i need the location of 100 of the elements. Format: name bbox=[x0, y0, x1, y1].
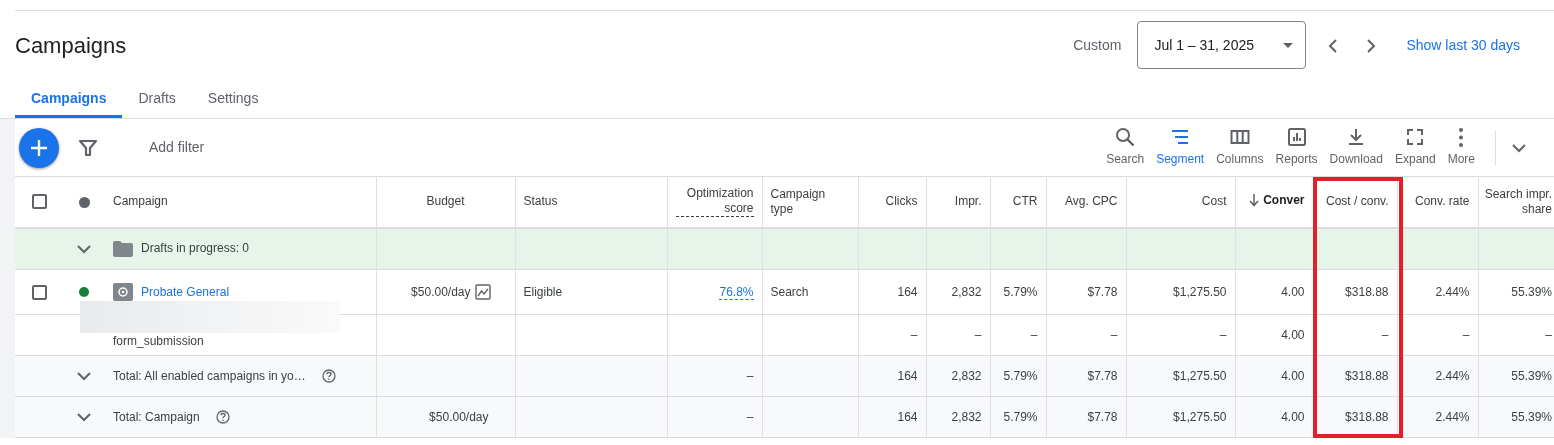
column-header[interactable]: Budget bbox=[426, 194, 465, 210]
add-button[interactable] bbox=[19, 127, 59, 168]
column-header[interactable]: Search impr. share bbox=[1482, 186, 1552, 217]
table-cell: Search bbox=[770, 284, 809, 299]
column-header[interactable]: Campaign bbox=[113, 194, 168, 210]
table-cell: 2,832 bbox=[951, 409, 982, 424]
table-cell: – bbox=[1110, 327, 1118, 342]
filter-icon[interactable] bbox=[79, 138, 97, 157]
date-range-label: Custom bbox=[1073, 35, 1122, 55]
table-cell: $1,275.50 bbox=[1173, 409, 1227, 424]
table-cell: $318.88 bbox=[1345, 284, 1389, 299]
row-checkbox[interactable] bbox=[31, 284, 47, 300]
column-header[interactable]: Cost / conv. bbox=[1326, 194, 1389, 210]
table-cell: 5.79% bbox=[1003, 409, 1038, 424]
table-cell: 5.79% bbox=[1003, 368, 1038, 383]
search-icon bbox=[1115, 127, 1136, 147]
select-all-checkbox[interactable] bbox=[31, 194, 47, 210]
row-label: Total: Campaign bbox=[113, 409, 200, 425]
search-tool-button[interactable]: Search bbox=[1100, 127, 1151, 168]
table-cell: 4.00 bbox=[1281, 327, 1305, 342]
table-cell: 2.44% bbox=[1435, 284, 1470, 299]
table-cell: – bbox=[1381, 327, 1389, 342]
column-header[interactable]: Avg. CPC bbox=[1065, 194, 1118, 210]
column-header[interactable]: Conv. rate bbox=[1415, 194, 1470, 210]
page-title: Campaigns bbox=[15, 31, 127, 60]
chevron-down-icon[interactable] bbox=[77, 244, 91, 254]
table-cell: – bbox=[974, 327, 982, 342]
table-cell: 4.00 bbox=[1281, 409, 1305, 424]
table-cell: 4.00 bbox=[1281, 368, 1305, 383]
table-cell: 55.39% bbox=[1511, 409, 1552, 424]
table-cell: $50.00/day bbox=[429, 409, 489, 424]
campaign-link[interactable]: Probate General bbox=[141, 284, 230, 300]
column-header[interactable]: Conver bbox=[1263, 192, 1305, 208]
table-cell: 164 bbox=[897, 368, 918, 383]
table-cell: 2,832 bbox=[951, 284, 982, 299]
table-cell: $318.88 bbox=[1345, 409, 1389, 424]
table-cell: 164 bbox=[897, 409, 918, 424]
table-cell: 55.39% bbox=[1511, 284, 1552, 299]
tab[interactable]: Settings bbox=[191, 78, 275, 118]
folder-icon bbox=[113, 240, 133, 257]
table-cell: 5.79% bbox=[1003, 284, 1038, 299]
table-cell: – bbox=[746, 409, 754, 424]
table-cell: $318.88 bbox=[1345, 368, 1389, 383]
table-cell: – bbox=[1030, 327, 1038, 342]
table-cell: 4.00 bbox=[1281, 284, 1305, 299]
chevron-down-icon[interactable] bbox=[77, 412, 91, 422]
column-header[interactable]: Clicks bbox=[885, 194, 918, 210]
column-header[interactable]: Cost bbox=[1201, 194, 1227, 210]
tab[interactable]: Drafts bbox=[122, 78, 192, 118]
expand-tool-button[interactable]: Expand bbox=[1388, 127, 1442, 168]
date-range-dropdown[interactable]: Jul 1 – 31, 2025 bbox=[1137, 21, 1307, 69]
more-icon bbox=[1459, 127, 1464, 147]
download-tool-button[interactable]: Download bbox=[1323, 127, 1389, 168]
table-cell: – bbox=[1219, 327, 1227, 342]
help-icon[interactable] bbox=[321, 369, 336, 383]
caret-icon bbox=[1283, 42, 1294, 48]
table-cell: $7.78 bbox=[1087, 284, 1118, 299]
chevron-down-icon[interactable] bbox=[77, 371, 91, 381]
conversion-action-label: form_submission bbox=[113, 334, 204, 348]
column-header[interactable]: CTR bbox=[1012, 194, 1038, 210]
add-filter-button[interactable]: Add filter bbox=[143, 136, 211, 159]
status-dot-icon bbox=[78, 196, 90, 208]
segment-tool-button[interactable]: Segment bbox=[1150, 127, 1211, 168]
bar-chart-icon bbox=[1286, 127, 1307, 147]
reports-tool-button[interactable]: Reports bbox=[1269, 127, 1324, 168]
chevron-right-icon bbox=[1366, 37, 1377, 54]
column-header[interactable]: Impr. bbox=[954, 194, 982, 210]
table-cell: Eligible bbox=[523, 284, 563, 299]
table-cell: 2.44% bbox=[1435, 368, 1470, 383]
table-cell: 55.39% bbox=[1511, 368, 1552, 383]
table-cell: $50.00/day bbox=[411, 284, 471, 300]
columns-tool-button[interactable]: Columns bbox=[1210, 127, 1270, 168]
table-cell: $1,275.50 bbox=[1173, 368, 1227, 383]
column-header[interactable]: Campaign type bbox=[770, 186, 850, 217]
column-header[interactable]: Optimization score bbox=[675, 186, 754, 218]
row-label: Total: All enabled campaigns in yo… bbox=[113, 368, 306, 384]
table-cell: – bbox=[1462, 327, 1470, 342]
chevron-down-icon[interactable] bbox=[1512, 143, 1526, 153]
help-icon[interactable] bbox=[215, 410, 230, 424]
columns-icon bbox=[1229, 127, 1250, 147]
more-tool-button[interactable]: More bbox=[1441, 127, 1481, 168]
row-label: Drafts in progress: 0 bbox=[141, 241, 250, 257]
lines-icon bbox=[1170, 127, 1191, 147]
column-header[interactable]: Status bbox=[523, 194, 558, 210]
table-cell: $7.78 bbox=[1087, 368, 1118, 383]
table-cell: $7.78 bbox=[1087, 409, 1118, 424]
table-cell: 164 bbox=[897, 284, 918, 299]
table-cell: $1,275.50 bbox=[1173, 284, 1227, 299]
table-cell: – bbox=[746, 368, 754, 383]
table-cell: – bbox=[1545, 327, 1552, 342]
table-cell: – bbox=[910, 327, 918, 342]
show-last-30-days-link[interactable]: Show last 30 days bbox=[1406, 34, 1520, 56]
target-icon bbox=[113, 283, 133, 301]
expand-icon bbox=[1405, 127, 1426, 147]
table-cell: 2.44% bbox=[1435, 409, 1470, 424]
optimization-score-link[interactable]: 76.8% bbox=[719, 284, 754, 300]
trend-chart-icon[interactable] bbox=[474, 284, 491, 300]
tab[interactable]: Campaigns bbox=[15, 78, 123, 118]
plus-icon bbox=[30, 138, 48, 157]
chevron-left-icon bbox=[1328, 37, 1339, 54]
